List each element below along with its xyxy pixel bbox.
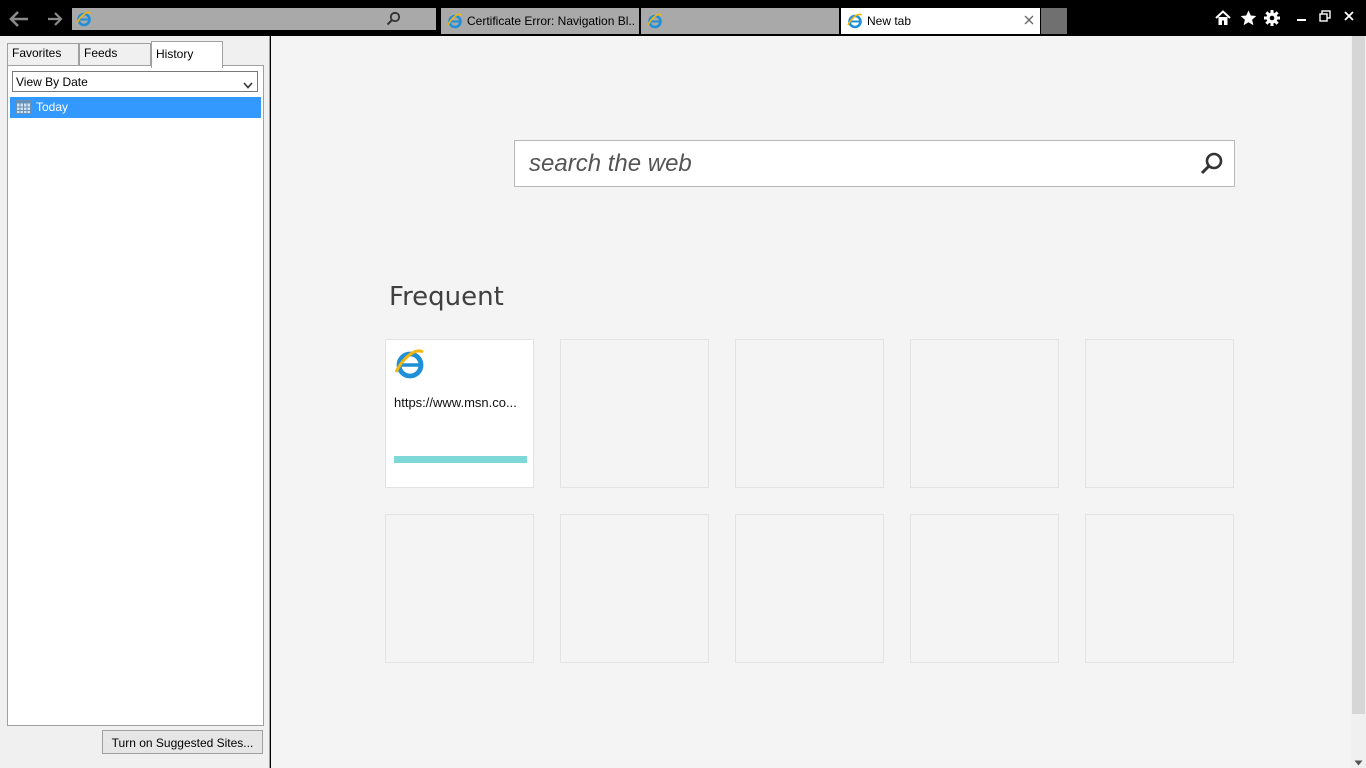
tab-new-tab[interactable]: New tab [841, 8, 1040, 34]
ie-logo-icon [447, 13, 463, 32]
forward-arrow-icon [48, 12, 63, 26]
tile-url: https://www.msn.co... [394, 395, 517, 410]
search-icon[interactable] [386, 11, 402, 30]
frequent-tile-empty [910, 514, 1059, 663]
frequent-tile-msn[interactable]: https://www.msn.co... [385, 339, 534, 488]
restore-icon[interactable] [1319, 10, 1331, 25]
history-item-today[interactable]: Today [10, 97, 261, 118]
tab-label: New tab [867, 14, 912, 28]
calendar-icon [16, 100, 31, 117]
search-icon[interactable] [1199, 151, 1225, 180]
suggested-sites-button[interactable]: Turn on Suggested Sites... [102, 730, 263, 754]
frequent-heading: Frequent [389, 282, 504, 312]
close-icon[interactable] [1022, 13, 1036, 30]
frequent-tile-empty [735, 339, 884, 488]
frequent-tile-empty [910, 339, 1059, 488]
favorites-center-pane: Favorites Feeds History View By Date Tod… [0, 36, 270, 768]
back-arrow-icon [9, 11, 28, 27]
ie-logo-icon [394, 348, 426, 383]
frequent-tile-empty [1085, 339, 1234, 488]
web-search-input[interactable] [529, 141, 1189, 186]
window-close-icon[interactable] [1343, 10, 1355, 25]
address-input[interactable] [96, 8, 376, 30]
ie-logo-icon [847, 13, 863, 32]
tab-feeds[interactable]: Feeds [79, 43, 151, 66]
minimize-icon[interactable] [1296, 12, 1308, 26]
history-panel: View By Date Today [7, 65, 264, 726]
new-tab-button[interactable] [1041, 8, 1067, 34]
tab-history[interactable]: History [151, 41, 223, 68]
new-tab-page: Frequent https://www.msn.co... [271, 36, 1351, 768]
gear-icon[interactable] [1264, 10, 1280, 29]
address-bar[interactable] [72, 8, 502, 30]
frequent-tile-empty [385, 514, 534, 663]
tile-usage-bar-fill [394, 456, 527, 463]
scrollbar-thumb[interactable] [1352, 36, 1365, 714]
tile-usage-bar [394, 456, 527, 463]
view-by-value: View By Date [16, 75, 88, 89]
home-icon[interactable] [1215, 10, 1231, 29]
back-button[interactable] [8, 8, 30, 30]
chevron-down-icon [243, 78, 253, 92]
tab-blank[interactable] [641, 8, 839, 34]
vertical-scrollbar[interactable] [1351, 36, 1366, 768]
web-search-box[interactable] [514, 140, 1235, 187]
view-by-select[interactable]: View By Date [12, 71, 258, 92]
frequent-tile-empty [735, 514, 884, 663]
tab-certificate-error[interactable]: Certificate Error: Navigation Bl... [441, 8, 639, 34]
history-item-label: Today [36, 100, 69, 114]
frequent-tile-empty [560, 339, 709, 488]
forward-button[interactable] [44, 8, 66, 30]
ie-logo-icon [647, 13, 663, 32]
browser-toolbar: Certificate Error: Navigation Bl... New … [0, 0, 1366, 36]
scroll-down-arrow-icon[interactable] [1354, 755, 1363, 768]
tab-favorites[interactable]: Favorites [7, 43, 79, 66]
tab-label: Certificate Error: Navigation Bl... [467, 14, 635, 28]
frequent-tile-empty [560, 514, 709, 663]
frequent-tile-empty [1085, 514, 1234, 663]
ie-logo-icon [76, 11, 92, 30]
star-icon[interactable] [1240, 10, 1257, 29]
